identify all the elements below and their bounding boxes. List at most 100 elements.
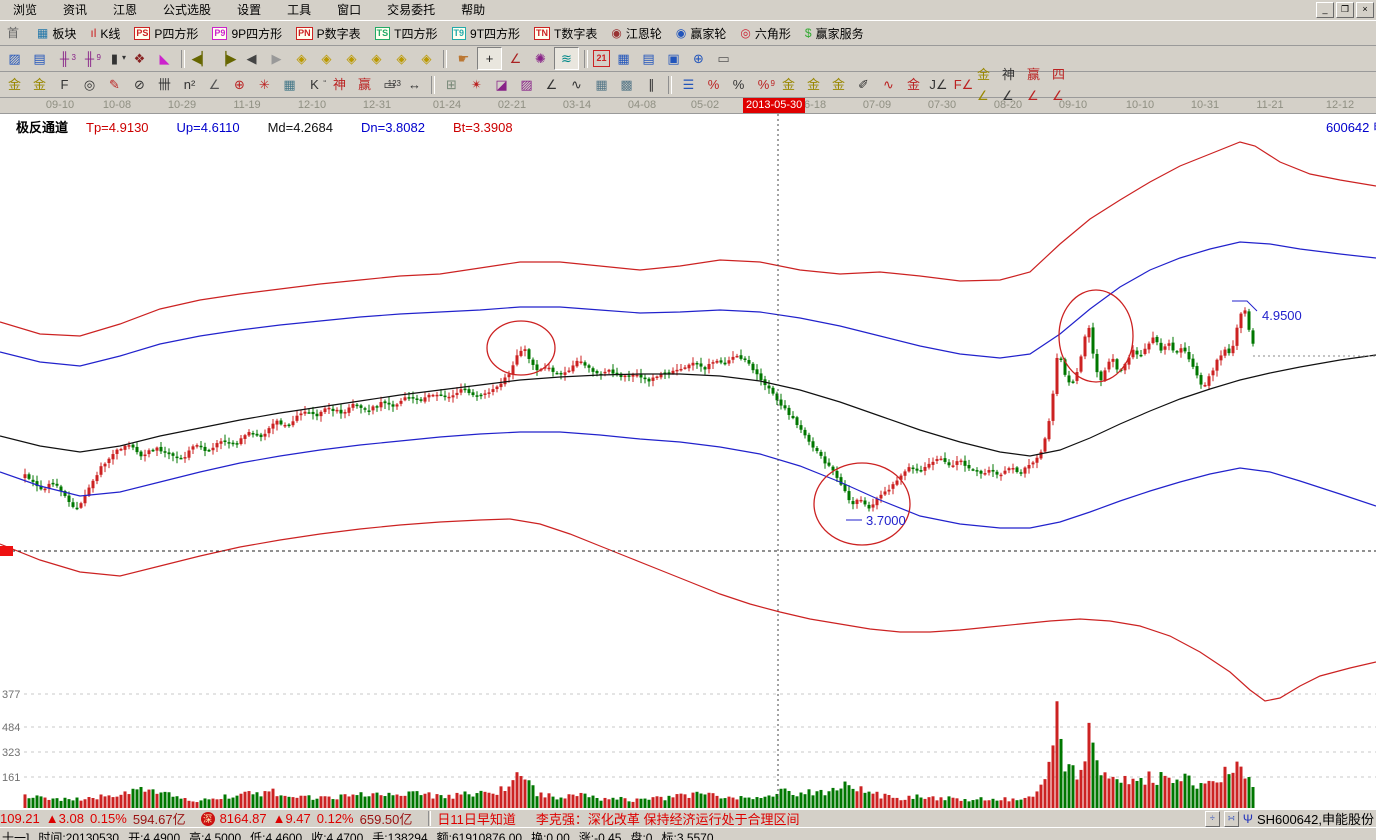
winner-service-button[interactable]: $ 赢家服务 xyxy=(798,22,871,44)
chart-area[interactable]: 3774843231614.95003.7000 极反通道Tp=4.9130Up… xyxy=(0,114,1376,809)
draw-tool-icon[interactable] xyxy=(668,76,672,94)
ying-tool-icon[interactable]: 赢 xyxy=(353,74,376,95)
calculator-icon[interactable]: ▦ xyxy=(612,48,635,69)
p9-square-button[interactable]: P9 9P四方形 xyxy=(205,22,289,44)
f-angle-icon[interactable]: F∠ xyxy=(952,74,975,95)
gold-circle-icon[interactable]: 金 xyxy=(802,74,825,95)
box-tool-icon[interactable]: ⊞ xyxy=(440,74,463,95)
trend-fan-icon[interactable]: ∠ xyxy=(540,74,563,95)
gann-grid-icon[interactable]: ▦ xyxy=(278,74,301,95)
candle-type-icon[interactable]: ▮ ▾ xyxy=(103,48,126,69)
menu-item[interactable]: 窗口 xyxy=(324,0,374,20)
grid-a-icon[interactable]: ▦ xyxy=(590,74,613,95)
toolbar-icon[interactable] xyxy=(181,50,185,68)
sector-button[interactable]: ▦ 板块 xyxy=(30,22,83,44)
golden-gate-b-icon[interactable]: 金 xyxy=(28,74,51,95)
quote-board-icon[interactable]: ▤ xyxy=(28,48,51,69)
diamond-left-icon[interactable]: ◈ xyxy=(290,48,313,69)
toolbar-icon[interactable] xyxy=(443,50,447,68)
fan-red-icon[interactable]: ✴ xyxy=(465,74,488,95)
ying-angle-icon[interactable]: 赢∠ xyxy=(1027,74,1050,95)
draw-tool-icon[interactable] xyxy=(431,76,435,94)
k-mark-icon[interactable]: K “ xyxy=(303,74,326,95)
grid-button[interactable]: ∺ xyxy=(1224,811,1239,827)
j-angle-icon[interactable]: J∠ xyxy=(927,74,950,95)
p-square-button[interactable]: PS P四方形 xyxy=(127,22,205,44)
n-square-icon[interactable]: n² xyxy=(178,74,201,95)
golden-gate-a-icon[interactable]: 金 xyxy=(3,74,26,95)
pen-icon[interactable]: ✐ xyxy=(852,74,875,95)
color-volume-icon[interactable]: ◣ xyxy=(153,48,176,69)
diamond-x-icon[interactable]: ◈ xyxy=(415,48,438,69)
spiral-icon[interactable]: ◎ xyxy=(78,74,101,95)
price-list-icon[interactable]: ☰ xyxy=(677,74,700,95)
menu-item[interactable]: 帮助 xyxy=(448,0,498,20)
split-button[interactable]: ÷ xyxy=(1205,811,1220,827)
wave-red-icon[interactable]: ∿ xyxy=(877,74,900,95)
gold-angle-icon[interactable]: 金∠ xyxy=(977,74,1000,95)
percent-icon[interactable]: % xyxy=(727,74,750,95)
hand-tool-icon[interactable]: ☛ xyxy=(452,48,475,69)
parallel-icon[interactable]: ∥ xyxy=(640,74,663,95)
zigzag-icon[interactable]: ∿ xyxy=(565,74,588,95)
menu-item[interactable]: 公式选股 xyxy=(150,0,224,20)
clipped-button[interactable]: 首 xyxy=(0,22,30,44)
kline-button[interactable]: ıl K线 xyxy=(83,22,127,44)
t9-square-button[interactable]: T9 9T四方形 xyxy=(445,22,528,44)
restore-button[interactable]: ❐ xyxy=(1336,2,1354,18)
pattern-9-icon[interactable]: ╫ 9 xyxy=(78,48,101,69)
calendar-note-link[interactable]: 日11日早知道 xyxy=(437,809,516,828)
first-bar-icon[interactable]: ◀▏ xyxy=(190,48,213,69)
fan-grid-icon[interactable]: ▨ xyxy=(515,74,538,95)
minimize-button[interactable]: _ xyxy=(1316,2,1334,18)
print-icon[interactable]: ▭ xyxy=(712,48,735,69)
toolbar-icon[interactable] xyxy=(584,50,588,68)
brush-icon[interactable]: ✎ xyxy=(103,74,126,95)
menu-item[interactable]: 江恩 xyxy=(100,0,150,20)
diamond-star-icon[interactable]: ◈ xyxy=(365,48,388,69)
si-angle-icon[interactable]: 四∠ xyxy=(1052,74,1075,95)
memo-icon[interactable]: ▤ xyxy=(637,48,660,69)
gann-target-icon[interactable]: ⊕ xyxy=(228,74,251,95)
menu-item[interactable]: 工具 xyxy=(274,0,324,20)
next-bar-icon[interactable]: ▶ xyxy=(265,48,288,69)
prev-bar-icon[interactable]: ◀ xyxy=(240,48,263,69)
winner-wheel-button[interactable]: ◉ 赢家轮 xyxy=(669,22,734,44)
shen-tool-icon[interactable]: 神 xyxy=(328,74,351,95)
percent-red-icon[interactable]: % xyxy=(702,74,725,95)
last-bar-icon[interactable]: ▕▶ xyxy=(215,48,238,69)
menu-item[interactable]: 交易委托 xyxy=(374,0,448,20)
t-number-button[interactable]: TN T数字表 xyxy=(527,22,604,44)
gann-wheel-button[interactable]: ◉ 江恩轮 xyxy=(604,22,669,44)
price-comb-icon[interactable]: 卌 xyxy=(153,74,176,95)
t-square-button[interactable]: TS T四方形 xyxy=(368,22,445,44)
span-measure-icon[interactable]: ↔ xyxy=(403,74,426,95)
gann-circle-icon[interactable]: ⊘ xyxy=(128,74,151,95)
gold-line-a-icon[interactable]: 金 xyxy=(777,74,800,95)
save-icon[interactable]: ▣ xyxy=(662,48,685,69)
chart-window-icon[interactable]: ▨ xyxy=(3,48,26,69)
gann-tool-icon[interactable]: ✺ xyxy=(529,48,552,69)
calendar-icon[interactable]: 21 xyxy=(593,50,610,67)
grid-b-icon[interactable]: ▩ xyxy=(615,74,638,95)
hexagon-button[interactable]: ◎ 六角形 xyxy=(733,22,798,44)
crosshair-tool-icon[interactable]: + xyxy=(477,47,502,70)
diamond-cross-icon[interactable]: ◈ xyxy=(340,48,363,69)
close-button[interactable]: × xyxy=(1356,2,1374,18)
angle-measure-icon[interactable]: ∠ xyxy=(203,74,226,95)
shen-angle-icon[interactable]: 神∠ xyxy=(1002,74,1025,95)
diamond-out-icon[interactable]: ◈ xyxy=(390,48,413,69)
gold-under-icon[interactable]: 金 xyxy=(902,74,925,95)
p-number-button[interactable]: PN P数字表 xyxy=(289,22,368,44)
menu-item[interactable]: 设置 xyxy=(224,0,274,20)
net-save-icon[interactable]: ⊕ xyxy=(687,48,710,69)
percent-9-icon[interactable]: % 9 xyxy=(752,74,775,95)
menu-item[interactable]: 资讯 xyxy=(50,0,100,20)
pattern-3-icon[interactable]: ╫ 3 xyxy=(53,48,76,69)
main-chart[interactable]: 3774843231614.95003.7000 xyxy=(0,114,1376,809)
wave-tool-icon[interactable]: ≋ xyxy=(554,47,579,70)
web-icon[interactable]: ✳ xyxy=(253,74,276,95)
fib-grid-icon[interactable]: F xyxy=(53,74,76,95)
gold-line-b-icon[interactable]: 金 xyxy=(827,74,850,95)
menu-item[interactable]: 浏览 xyxy=(0,0,50,20)
